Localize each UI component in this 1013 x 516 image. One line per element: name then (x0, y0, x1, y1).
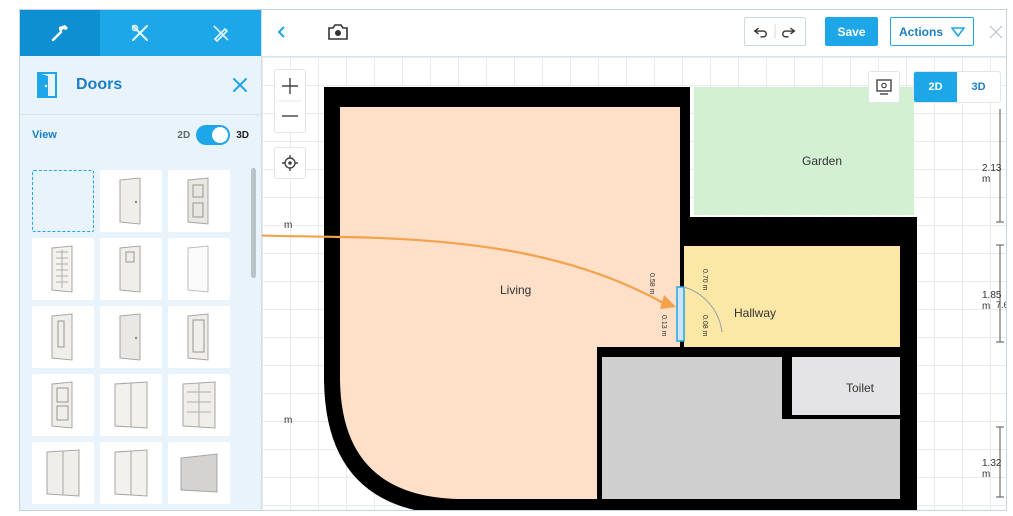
room-label-toilet: Toilet (846, 381, 875, 395)
door-thumbnail-icon (187, 313, 209, 361)
undo-icon[interactable] (753, 27, 767, 38)
door-thumbnail-icon (187, 177, 209, 225)
room-label-living: Living (500, 283, 532, 297)
room-garden[interactable] (694, 87, 914, 215)
door-dimension-label: 0.08 m (701, 315, 708, 337)
view-2d-label: 2D (177, 129, 191, 141)
actions-label: Actions (898, 24, 943, 39)
door-item[interactable] (168, 442, 230, 504)
door-item[interactable] (32, 306, 94, 368)
app-window: Doors View 2D 3D Save Actions Living Gar… (19, 9, 1007, 511)
door-placed[interactable] (676, 286, 685, 342)
close-icon (989, 25, 1003, 39)
chevron-down-icon (951, 26, 965, 37)
panel-header: Doors (20, 56, 261, 115)
door-dimension-label: 0.13 m (660, 315, 667, 337)
door-item[interactable] (168, 374, 230, 436)
hammer-icon (51, 25, 69, 42)
view-label: View (32, 129, 57, 141)
door-dimension-label: 0.70 m (701, 269, 708, 291)
center-view-button[interactable] (274, 147, 306, 179)
door-icon (37, 72, 57, 98)
camera-icon (328, 24, 348, 40)
door-item[interactable] (100, 306, 162, 368)
door-item[interactable] (32, 442, 94, 504)
room-hallway[interactable] (684, 246, 900, 347)
top-toolbar: Save Actions (262, 10, 1006, 57)
double-door-thumbnail-icon (182, 381, 216, 429)
panel-tabs (20, 10, 261, 56)
double-door-thumbnail-icon (46, 449, 80, 497)
zoom-control (274, 69, 306, 133)
garage-door-thumbnail-icon (180, 453, 218, 493)
double-door-thumbnail-icon (114, 381, 148, 429)
panel-title: Doors (76, 76, 123, 93)
tab-edit[interactable] (181, 10, 261, 56)
door-item[interactable] (168, 170, 230, 232)
dimension-label: m (284, 220, 293, 231)
door-item[interactable] (100, 238, 162, 300)
dimension-label: 2.13 m (982, 163, 1002, 185)
door-item[interactable] (32, 238, 94, 300)
door-thumbnail-icon (119, 245, 141, 293)
door-thumbnail-icon (51, 381, 73, 429)
door-item[interactable] (100, 170, 162, 232)
door-thumbnail-icon (51, 245, 73, 293)
display-settings-button[interactable] (868, 71, 900, 103)
mode-3d-button[interactable]: 3D (957, 72, 1000, 102)
undo-redo-group (744, 17, 806, 46)
door-item[interactable] (100, 374, 162, 436)
undo-redo-icons (753, 24, 796, 39)
double-door-thumbnail-icon (114, 449, 148, 497)
collapse-panel-button[interactable] (272, 22, 292, 42)
door-item[interactable] (100, 442, 162, 504)
view-mode-switch: 2D 3D (913, 71, 1001, 103)
close-icon[interactable] (231, 76, 249, 94)
close-window-button[interactable] (986, 22, 1006, 42)
door-thumbnail-icon (119, 313, 141, 361)
view-row: View 2D 3D (20, 115, 261, 155)
crosshair-icon (282, 155, 298, 171)
view-toggle[interactable] (196, 125, 231, 145)
floorplan-svg (262, 87, 1004, 510)
chevron-left-icon (277, 26, 285, 38)
room-label-hallway: Hallway (734, 306, 777, 320)
catalog-scrollbar[interactable] (251, 168, 256, 278)
door-dimension-label: 0.58 m (648, 273, 655, 295)
door-thumbnail-icon (187, 245, 209, 293)
tab-build[interactable] (20, 10, 101, 56)
dimension-label: 7.6 (996, 300, 1006, 310)
dimension-label: m (284, 415, 293, 426)
door-thumbnail-icon (51, 313, 73, 361)
door-item[interactable] (168, 306, 230, 368)
zoom-in-icon[interactable] (282, 78, 298, 94)
room-label-garden: Garden (802, 154, 843, 168)
dimension-label: 1.32 m (982, 458, 1002, 480)
door-catalog-grid (32, 170, 238, 504)
edit-icon (213, 25, 229, 43)
tab-tools[interactable] (100, 10, 180, 56)
door-thumbnail-icon (119, 177, 141, 225)
save-button[interactable]: Save (825, 17, 878, 46)
screenshot-button[interactable] (324, 20, 352, 44)
actions-button[interactable]: Actions (890, 17, 974, 46)
display-settings-icon (876, 79, 892, 95)
floorplan-canvas[interactable]: Living Garden Hallway Toilet 2.13 m 1.85… (262, 57, 1006, 510)
door-item[interactable] (168, 238, 230, 300)
door-item[interactable] (32, 374, 94, 436)
redo-icon[interactable] (782, 27, 796, 38)
view-3d-label: 3D (236, 129, 249, 141)
mode-2d-button[interactable]: 2D (914, 72, 957, 102)
tools-icon (132, 24, 149, 41)
door-item-selected[interactable] (32, 170, 94, 232)
toggle-knob (212, 127, 229, 143)
zoom-icons (278, 78, 302, 117)
catalog-panel: Doors View 2D 3D (20, 10, 262, 510)
